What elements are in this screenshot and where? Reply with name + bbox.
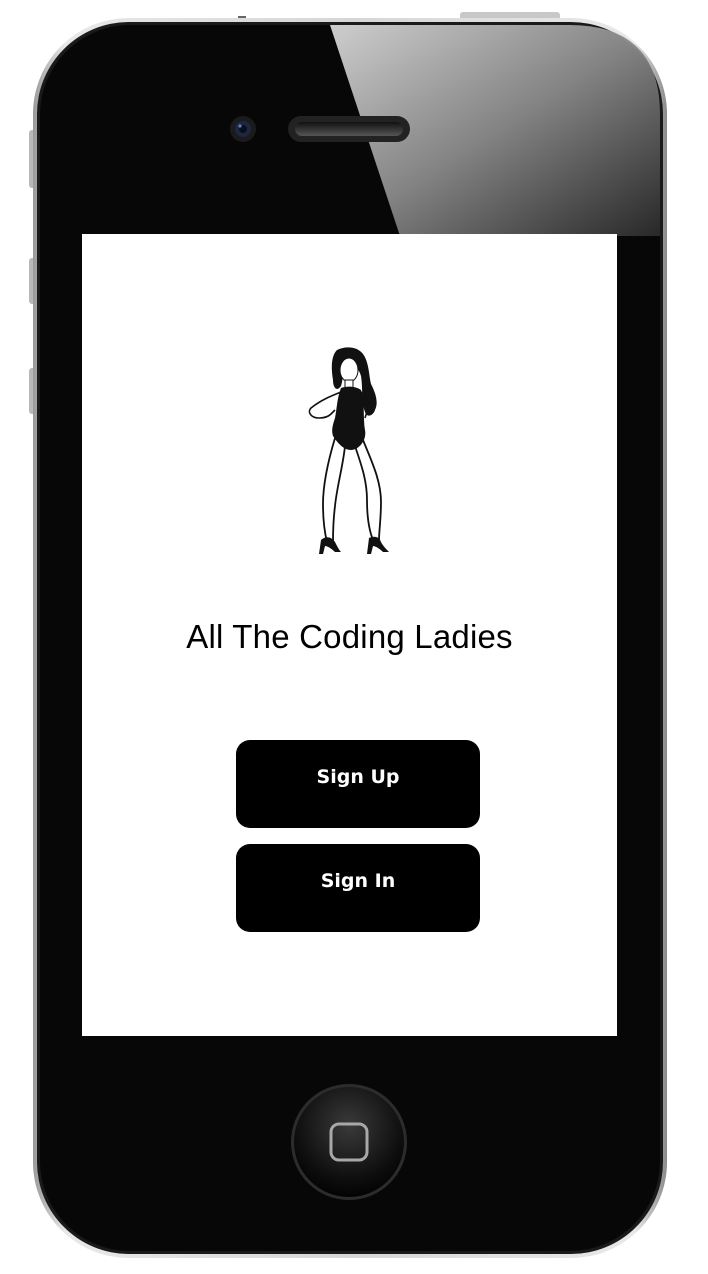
home-button[interactable] xyxy=(291,1084,407,1200)
sign-up-button[interactable]: Sign Up xyxy=(236,740,480,828)
app-screen: All The Coding Ladies Sign Up Sign In xyxy=(82,234,617,1036)
app-title: All The Coding Ladies xyxy=(186,618,513,655)
woman-silhouette-icon xyxy=(308,347,389,554)
home-square-icon xyxy=(331,1124,367,1160)
sign-in-button[interactable]: Sign In xyxy=(236,844,480,932)
